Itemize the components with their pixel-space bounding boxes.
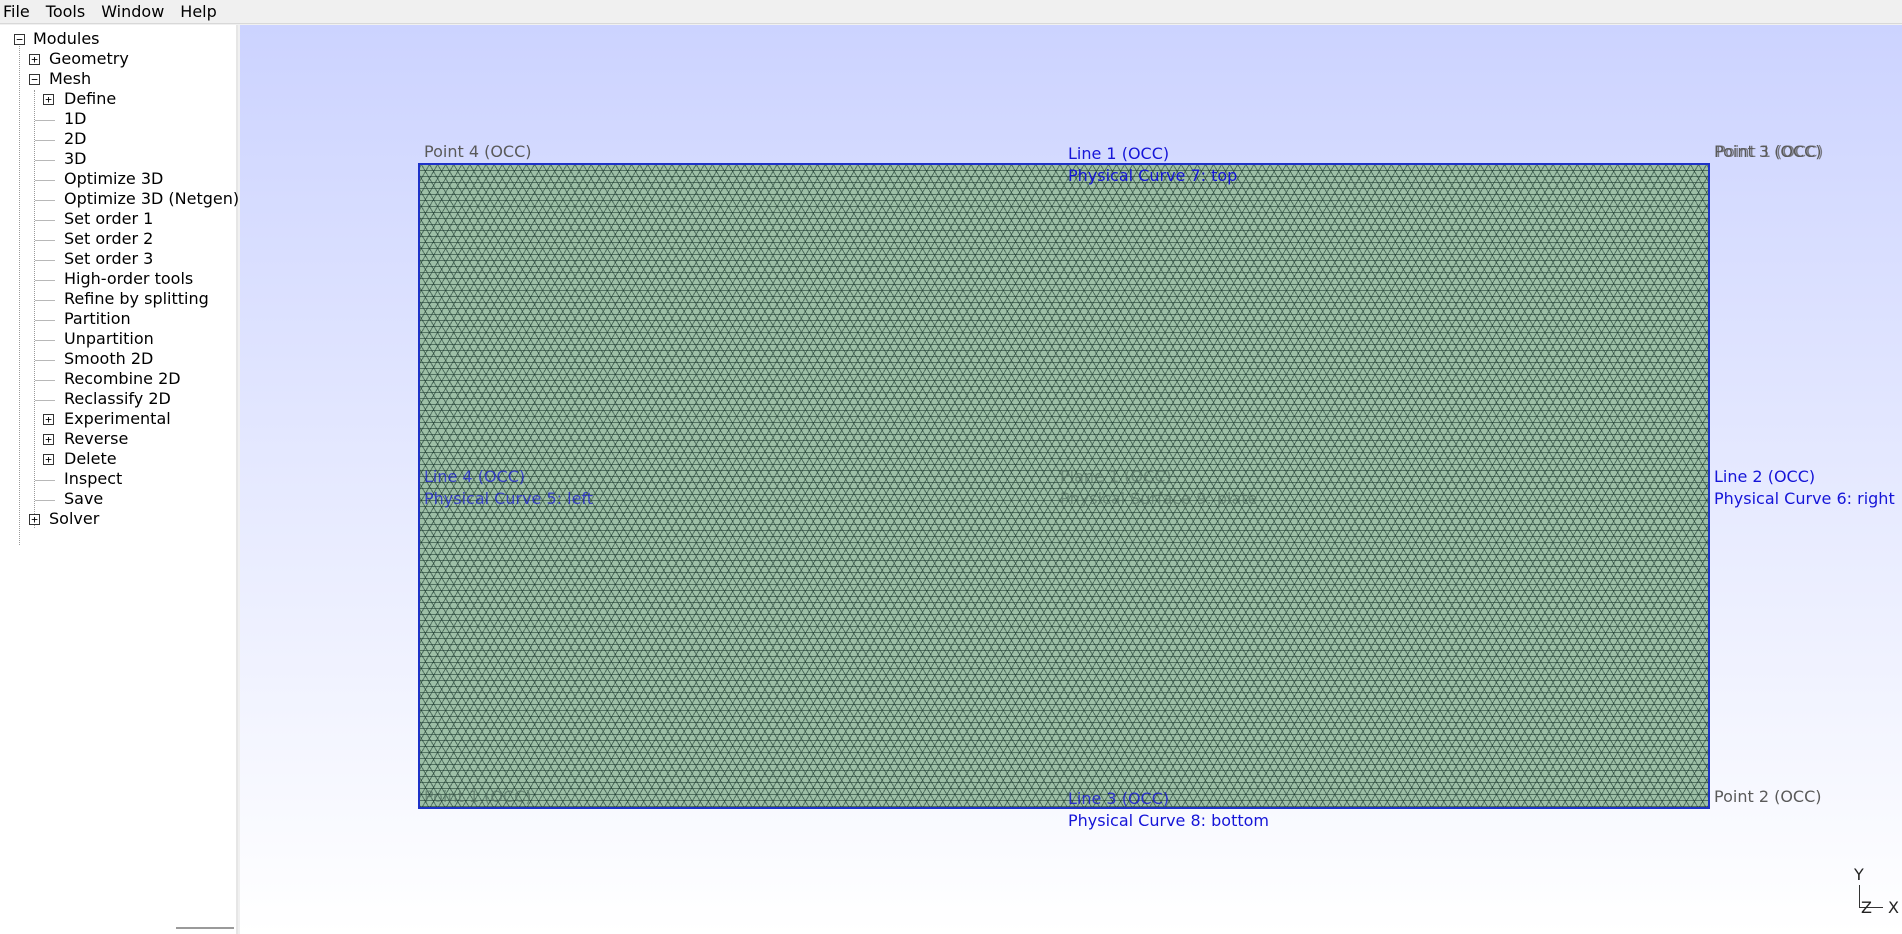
label-point2: Point 2 (OCC) [1714,787,1822,806]
tree-connector [35,240,55,241]
label-curve8: Physical Curve 8: bottom [1068,811,1269,830]
module-tree-panel: − Modules + Geometry − Mesh + Define 1D … [0,25,239,934]
tree-item-2d[interactable]: 2D [64,129,87,149]
label-point1-overlap: Point 1 (OCC) [1716,142,1824,161]
tree-item-set-order-3[interactable]: Set order 3 [64,249,153,269]
collapse-icon[interactable]: − [14,34,25,45]
tree-item-3d[interactable]: 3D [64,149,87,169]
expand-icon[interactable]: + [29,54,40,65]
tree-connector [35,480,55,481]
tree-item-unpartition[interactable]: Unpartition [64,329,154,349]
menu-help[interactable]: Help [177,2,222,22]
expand-icon[interactable]: + [43,94,54,105]
tree-item-solver[interactable]: Solver [49,509,99,529]
tree-item-set-order-2[interactable]: Set order 2 [64,229,153,249]
tree-connector [35,180,55,181]
tree-item-mesh[interactable]: Mesh [49,69,91,89]
menubar: File Tools Window Help [0,0,1902,24]
menu-window[interactable]: Window [98,2,170,22]
tree-item-optimize-3d-netgen[interactable]: Optimize 3D (Netgen) [64,189,239,209]
menu-tools[interactable]: Tools [43,2,91,22]
label-point1: Point 1 (OCC) [424,787,532,806]
label-plane1: Plane 1 (OCC) [1060,467,1172,486]
label-line2: Line 2 (OCC) [1714,467,1816,486]
expand-icon[interactable]: + [43,414,54,425]
graphics-viewport[interactable]: Point 4 (OCC) Line 1 (OCC) Physical Curv… [240,25,1902,934]
label-point4: Point 4 (OCC) [424,142,532,161]
tree-item-reverse[interactable]: Reverse [64,429,128,449]
tree-item-reclassify-2d[interactable]: Reclassify 2D [64,389,171,409]
menu-file[interactable]: File [0,2,36,22]
tree-item-save[interactable]: Save [64,489,103,509]
label-curve6: Physical Curve 6: right [1714,489,1895,508]
tree-connector [35,140,55,141]
tree-item-smooth-2d[interactable]: Smooth 2D [64,349,153,369]
tree-connector [35,300,55,301]
tree-item-inspect[interactable]: Inspect [64,469,122,489]
tree-item-1d[interactable]: 1D [64,109,87,129]
tree-connector [34,90,35,528]
tree-connector [35,260,55,261]
label-surface9: Physical Surface 9: plate [1060,489,1258,508]
label-line4: Line 4 (OCC) [424,467,526,486]
expand-icon[interactable]: + [43,434,54,445]
tree-connector [35,320,55,321]
tree-connector [35,160,55,161]
label-line1: Line 1 (OCC) [1068,144,1170,163]
tree-item-refine-by-splitting[interactable]: Refine by splitting [64,289,209,309]
expand-icon[interactable]: + [43,454,54,465]
tree-connector [19,41,20,545]
tree-item-modules[interactable]: Modules [33,29,100,49]
tree-item-high-order-tools[interactable]: High-order tools [64,269,193,289]
panel-resize-handle[interactable] [176,927,234,934]
tree-connector [35,120,55,121]
axis-z-label: Z [1861,898,1872,917]
label-curve7: Physical Curve 7: top [1068,166,1238,185]
label-curve5: Physical Curve 5: left [424,489,594,508]
tree-connector [35,360,55,361]
tree-item-geometry[interactable]: Geometry [49,49,129,69]
tree-connector [35,380,55,381]
tree-item-recombine-2d[interactable]: Recombine 2D [64,369,181,389]
tree-item-experimental[interactable]: Experimental [64,409,171,429]
tree-item-partition[interactable]: Partition [64,309,131,329]
label-line3: Line 3 (OCC) [1068,789,1170,808]
collapse-icon[interactable]: − [29,74,40,85]
tree-connector [35,340,55,341]
tree-connector [35,500,55,501]
expand-icon[interactable]: + [29,514,40,525]
axes-indicator: Y Z X [1822,854,1902,934]
tree-connector [35,200,55,201]
tree-item-delete[interactable]: Delete [64,449,117,469]
axis-y-label: Y [1854,865,1864,884]
axis-y-line [1859,885,1860,907]
tree-connector [35,280,55,281]
tree-item-set-order-1[interactable]: Set order 1 [64,209,153,229]
tree-item-optimize-3d[interactable]: Optimize 3D [64,169,163,189]
tree-connector [35,400,55,401]
axis-x-label: X [1888,898,1899,917]
tree-connector [35,220,55,221]
tree-item-define[interactable]: Define [64,89,116,109]
